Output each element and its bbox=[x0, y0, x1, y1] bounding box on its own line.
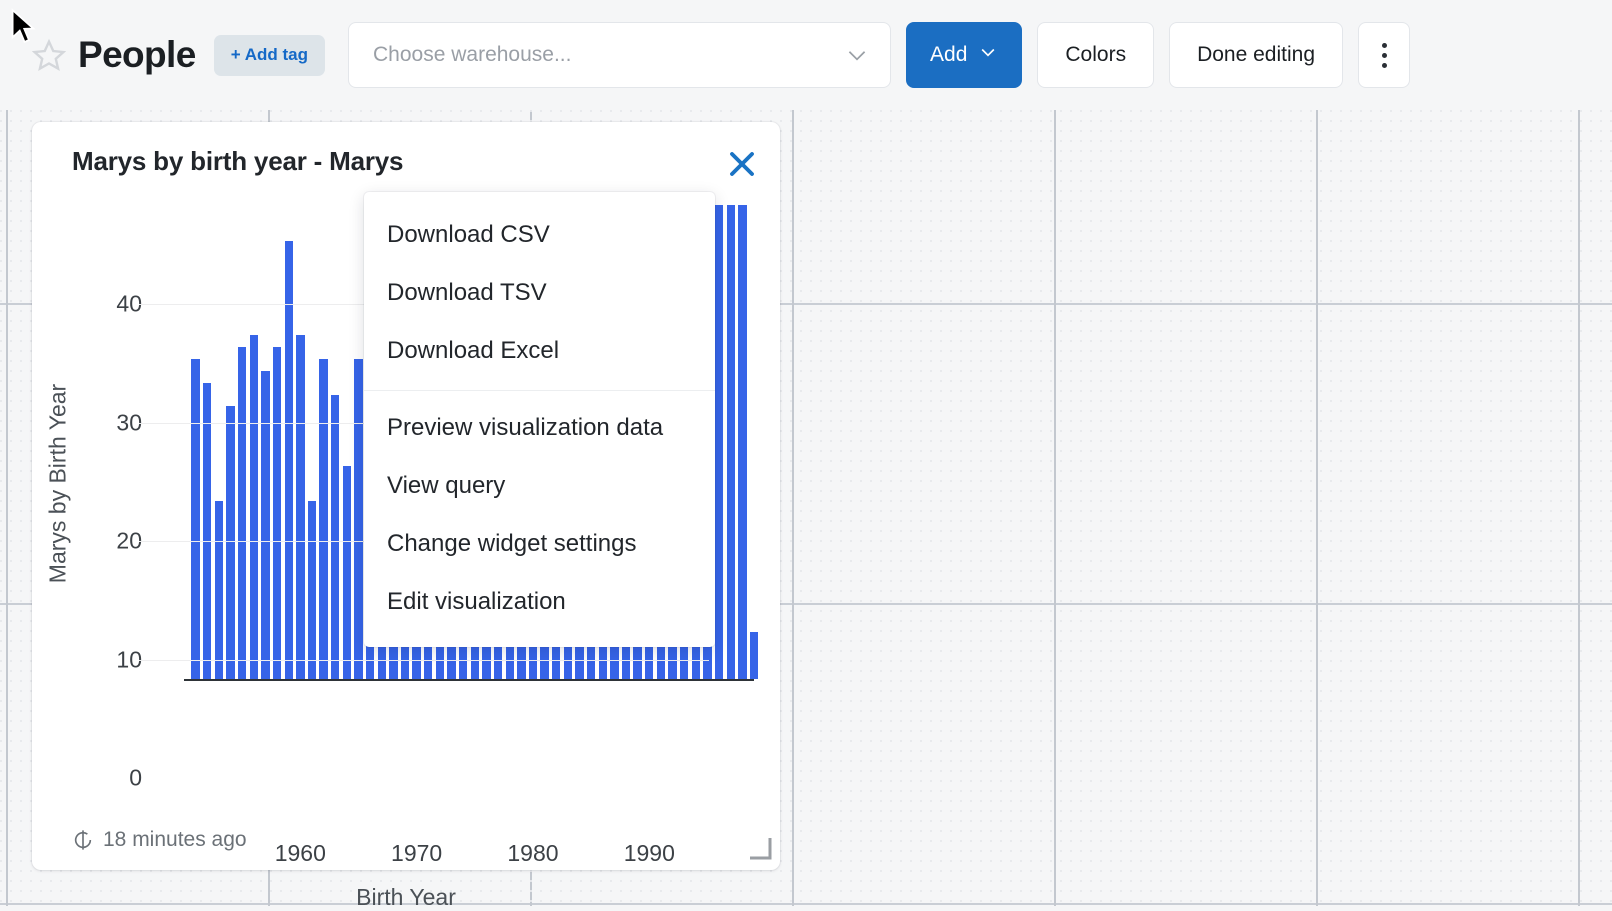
bar[interactable] bbox=[226, 406, 234, 679]
menu-item-view-query[interactable]: View query bbox=[364, 457, 715, 515]
more-options-button[interactable] bbox=[1358, 22, 1410, 88]
colors-button[interactable]: Colors bbox=[1037, 22, 1154, 88]
y-axis-tick-label: 10 bbox=[82, 646, 142, 673]
menu-item-download-csv[interactable]: Download CSV bbox=[364, 206, 715, 264]
x-axis-tick-label: 1980 bbox=[507, 840, 558, 867]
x-axis-line bbox=[184, 679, 754, 681]
bar[interactable] bbox=[238, 347, 246, 679]
resize-corner-icon[interactable] bbox=[748, 836, 772, 860]
bar[interactable] bbox=[273, 347, 281, 679]
widget-refresh-text: 18 minutes ago bbox=[103, 828, 247, 852]
bar[interactable] bbox=[296, 335, 304, 679]
chart-widget: Marys by birth year - Marys Marys by Bir… bbox=[32, 122, 780, 870]
bar[interactable] bbox=[250, 335, 258, 679]
bar[interactable] bbox=[261, 371, 269, 679]
refresh-icon bbox=[72, 829, 94, 851]
y-axis-ticks: 0 10 20 30 40 bbox=[77, 192, 142, 802]
y-axis-tick-label: 40 bbox=[82, 291, 142, 318]
bar[interactable] bbox=[203, 383, 211, 679]
close-x-icon[interactable] bbox=[722, 144, 762, 184]
bar[interactable] bbox=[331, 395, 339, 679]
bar[interactable] bbox=[191, 359, 199, 679]
add-tag-button[interactable]: + Add tag bbox=[214, 35, 325, 76]
gridline bbox=[139, 660, 709, 661]
x-axis-tick-label: 1960 bbox=[275, 840, 326, 867]
warehouse-select[interactable]: Choose warehouse... bbox=[348, 22, 891, 88]
x-axis-tick-label: 1990 bbox=[624, 840, 675, 867]
menu-item-download-tsv[interactable]: Download TSV bbox=[364, 264, 715, 322]
x-axis-label: Birth Year bbox=[32, 884, 780, 911]
widget-footer[interactable]: 18 minutes ago bbox=[72, 828, 247, 852]
bar[interactable] bbox=[308, 501, 316, 679]
bar[interactable] bbox=[727, 205, 735, 679]
bar[interactable] bbox=[285, 241, 293, 679]
widget-title: Marys by birth year - Marys bbox=[72, 146, 403, 177]
add-button[interactable]: Add bbox=[906, 22, 1022, 88]
y-axis-label: Marys by Birth Year bbox=[45, 274, 72, 694]
done-editing-button[interactable]: Done editing bbox=[1169, 22, 1343, 88]
bar[interactable] bbox=[738, 205, 746, 679]
bar[interactable] bbox=[715, 205, 723, 679]
star-outline-icon[interactable] bbox=[32, 38, 66, 72]
bar[interactable] bbox=[319, 359, 327, 679]
chevron-down-icon bbox=[844, 42, 870, 68]
page-header: People + Add tag Choose warehouse... Add… bbox=[0, 0, 1612, 110]
x-axis-tick-label: 1970 bbox=[391, 840, 442, 867]
bar[interactable] bbox=[354, 359, 362, 679]
y-axis-tick-label: 30 bbox=[82, 409, 142, 436]
warehouse-select-placeholder: Choose warehouse... bbox=[373, 43, 844, 67]
bar[interactable] bbox=[343, 466, 351, 679]
bar[interactable] bbox=[215, 501, 223, 679]
y-axis-tick-label: 0 bbox=[82, 765, 142, 792]
more-vertical-icon bbox=[1382, 43, 1387, 68]
widget-context-menu: Download CSVDownload TSVDownload Excel Pr… bbox=[364, 192, 715, 647]
menu-item-edit-visualization[interactable]: Edit visualization bbox=[364, 573, 715, 631]
chevron-down-icon bbox=[978, 42, 998, 68]
bar[interactable] bbox=[750, 632, 758, 679]
menu-item-download-excel[interactable]: Download Excel bbox=[364, 322, 715, 380]
mouse-cursor bbox=[10, 8, 36, 46]
menu-item-preview-visualization-data[interactable]: Preview visualization data bbox=[364, 399, 715, 457]
y-axis-tick-label: 20 bbox=[82, 528, 142, 555]
menu-item-change-widget-settings[interactable]: Change widget settings bbox=[364, 515, 715, 573]
add-button-label: Add bbox=[930, 43, 967, 67]
menu-separator bbox=[364, 390, 715, 391]
page-title: People bbox=[78, 34, 196, 76]
